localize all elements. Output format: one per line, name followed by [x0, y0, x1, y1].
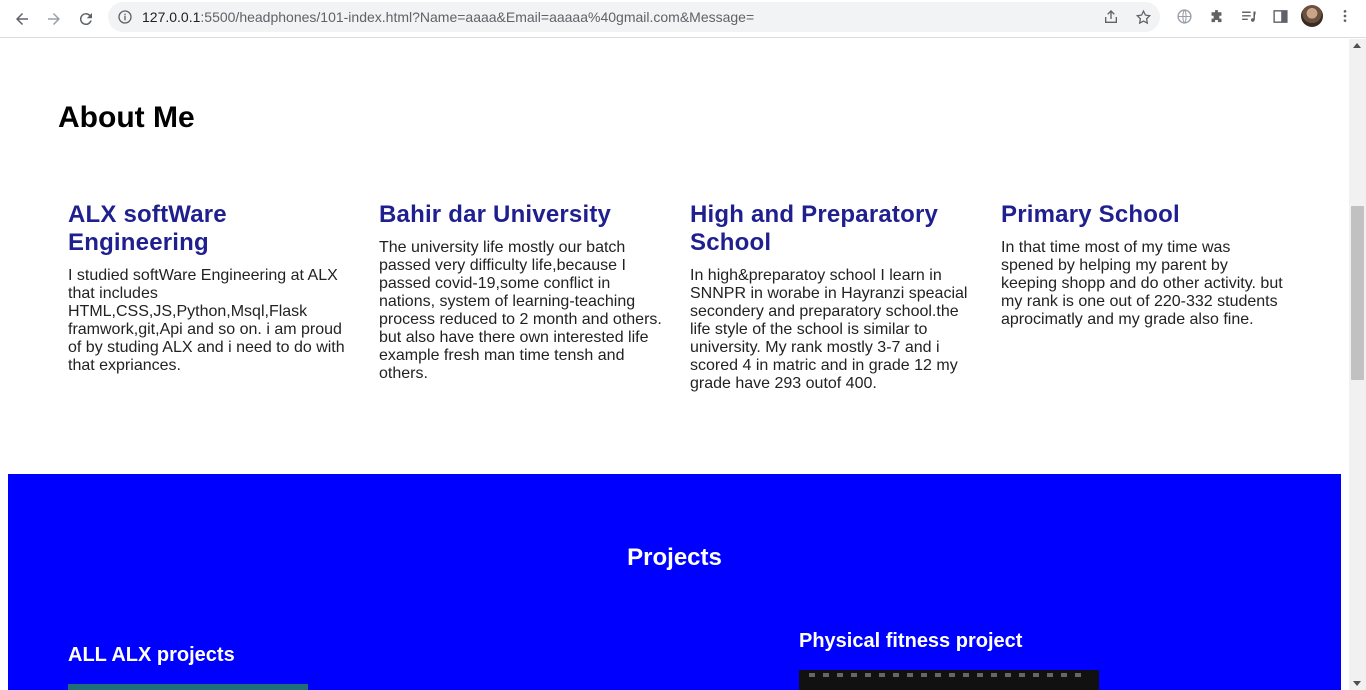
url-host: 127.0.0.1 — [142, 9, 201, 25]
about-card: ALX softWare Engineering I studied softW… — [68, 201, 353, 375]
projects-section: Projects ALL ALX projects Physical fitne… — [8, 474, 1341, 690]
card-heading: Primary School — [1001, 201, 1180, 228]
bookmark-star-icon[interactable] — [1134, 8, 1152, 26]
reload-icon[interactable] — [71, 4, 101, 34]
scroll-down-arrow-icon[interactable] — [1353, 681, 1361, 686]
profile-avatar[interactable] — [1301, 5, 1323, 27]
card-body: In that time most of my time was spened … — [1001, 239, 1283, 328]
translate-globe-icon[interactable] — [1174, 6, 1194, 26]
card-body: In high&preparatoy school I learn in SNN… — [690, 267, 968, 392]
page-viewport: About Me ALX softWare Engineering I stud… — [0, 39, 1349, 690]
about-title: About Me — [58, 101, 195, 134]
share-icon[interactable] — [1102, 8, 1120, 26]
extensions-puzzle-icon[interactable] — [1206, 6, 1226, 26]
about-card: Primary School In that time most of my t… — [1001, 201, 1286, 329]
site-info-icon[interactable] — [116, 8, 134, 26]
card-heading: Bahir dar University — [379, 201, 612, 228]
page-scrollbar[interactable] — [1349, 39, 1366, 690]
url-text[interactable]: 127.0.0.1:5500/headphones/101-index.html… — [142, 9, 754, 25]
project-title: ALL ALX projects — [68, 644, 235, 666]
card-body: I studied softWare Engineering at ALX th… — [68, 267, 345, 374]
back-icon[interactable] — [7, 4, 37, 34]
scroll-up-arrow-icon[interactable] — [1353, 43, 1361, 48]
project-image[interactable] — [799, 670, 1099, 690]
menu-kebab-icon[interactable] — [1335, 6, 1355, 26]
card-heading: High and Preparatory School — [690, 201, 939, 256]
card-body: The university life mostly our batch pas… — [379, 239, 662, 382]
url-path: :5500/headphones/101-index.html?Name=aaa… — [200, 9, 755, 25]
about-card: Bahir dar University The university life… — [379, 201, 664, 383]
browser-toolbar: 127.0.0.1:5500/headphones/101-index.html… — [0, 0, 1366, 38]
project-image[interactable] — [68, 684, 308, 690]
scrollbar-thumb[interactable] — [1351, 206, 1364, 380]
side-panel-icon[interactable] — [1270, 6, 1290, 26]
address-bar[interactable]: 127.0.0.1:5500/headphones/101-index.html… — [108, 2, 1160, 32]
media-queue-icon[interactable] — [1238, 6, 1258, 26]
card-heading: ALX softWare Engineering — [68, 201, 227, 256]
about-card: High and Preparatory School In high&prep… — [690, 201, 975, 393]
project-title: Physical fitness project — [799, 630, 1023, 652]
projects-title: Projects — [627, 544, 722, 571]
forward-icon[interactable] — [39, 4, 69, 34]
